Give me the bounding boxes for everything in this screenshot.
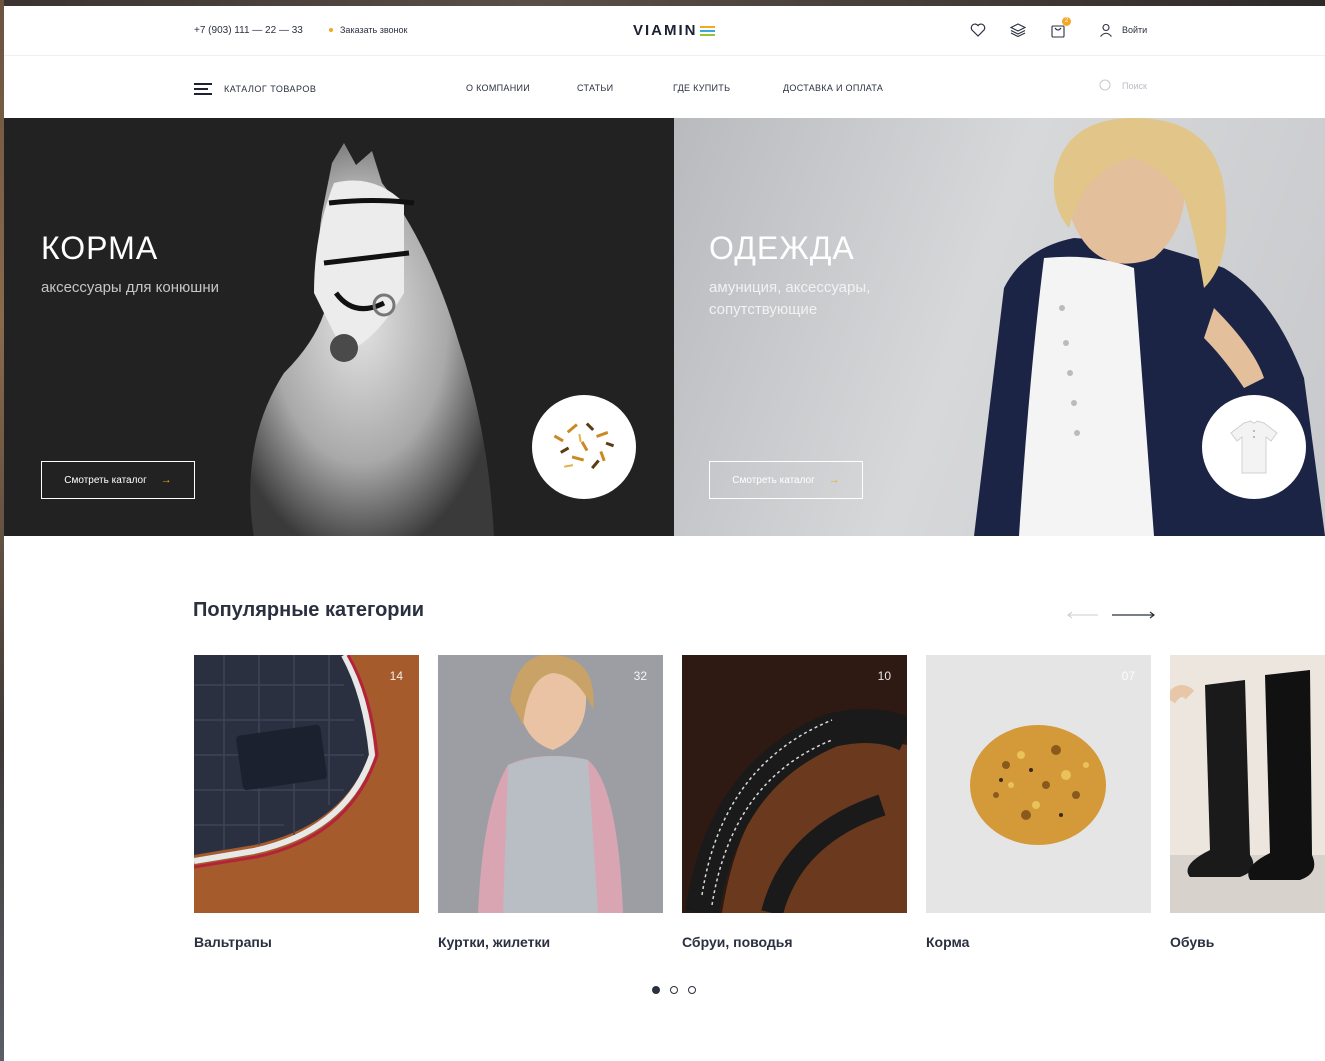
header-icons: 2 [969, 17, 1071, 39]
nav-item-delivery[interactable]: ДОСТАВКА И ОПЛАТА [783, 83, 883, 93]
arrow-right-icon: → [160, 474, 172, 486]
nav-item-articles[interactable]: СТАТЬИ [577, 83, 613, 93]
nav-item-where-to-buy[interactable]: ГДЕ КУПИТЬ [673, 83, 730, 93]
callback-link[interactable]: Заказать звонок [329, 25, 407, 35]
boots-image [1170, 655, 1325, 913]
hero-feed-button-label: Смотреть каталог [64, 474, 147, 486]
category-card-bridles[interactable]: 10 [682, 655, 907, 913]
cart-icon[interactable]: 2 [1049, 17, 1071, 39]
hero-banner: КОРМА аксессуары для конюшни Смотреть ка… [4, 118, 1325, 536]
category-label-bridles[interactable]: Сбруи, поводья [682, 934, 793, 950]
login-label: Войти [1122, 25, 1148, 35]
bridle-image [682, 655, 907, 913]
layers-icon[interactable] [1009, 21, 1027, 39]
category-label-feed[interactable]: Корма [926, 934, 969, 950]
slider-next-arrow-icon[interactable] [1111, 606, 1155, 624]
category-count: 10 [877, 669, 891, 683]
arrow-right-icon: → [828, 474, 840, 486]
horse-image [250, 143, 494, 536]
bullet-icon [329, 28, 333, 32]
pagination-dot[interactable] [670, 986, 678, 994]
jacket-image [438, 655, 663, 913]
logo-text: VIAMIN [633, 22, 698, 39]
callback-label: Заказать звонок [340, 25, 408, 35]
categories-title: Популярные категории [193, 599, 425, 621]
hero-clothing-title: ОДЕЖДА [709, 230, 855, 266]
hero-feed-catalog-button[interactable]: Смотреть каталог → [41, 461, 195, 499]
categories-slider-arrows [1067, 606, 1155, 624]
pagination-dot[interactable] [652, 986, 660, 994]
hero-clothing-button-label: Смотреть каталог [732, 474, 815, 486]
page: +7 (903) 111 — 22 — 33 Заказать звонок V… [4, 6, 1325, 1061]
category-card-saddle-pads[interactable]: 14 [194, 655, 419, 913]
category-count: 07 [1121, 669, 1135, 683]
logo-stripes-icon [699, 25, 715, 36]
user-icon [1100, 23, 1112, 37]
hero-panel-feed[interactable]: КОРМА аксессуары для конюшни Смотреть ка… [4, 118, 674, 536]
category-label-jackets[interactable]: Куртки, жилетки [438, 934, 550, 950]
cart-count-badge: 2 [1062, 17, 1071, 26]
search-placeholder: Поиск [1122, 80, 1147, 91]
login-button[interactable]: Войти [1099, 23, 1147, 37]
hero-feed-title: КОРМА [41, 230, 159, 266]
phone-link[interactable]: +7 (903) 111 — 22 — 33 [194, 25, 303, 36]
logo[interactable]: VIAMIN [633, 22, 715, 39]
search-icon [1099, 79, 1111, 91]
hero-clothing-catalog-button[interactable]: Смотреть каталог → [709, 461, 863, 499]
nav-item-about[interactable]: О КОМПАНИИ [466, 83, 530, 93]
category-count: 32 [633, 669, 647, 683]
catalog-label: КАТАЛОГ ТОВАРОВ [224, 84, 317, 94]
heart-icon[interactable] [969, 21, 987, 39]
main-nav: КАТАЛОГ ТОВАРОВ О КОМПАНИИ СТАТЬИ ГДЕ КУ… [4, 56, 1325, 118]
category-card-jackets[interactable]: 32 [438, 655, 663, 913]
category-label-saddle-pads[interactable]: Вальтрапы [194, 934, 272, 950]
shirt-product-image [1202, 395, 1306, 499]
categories-carousel: 14 32 10 07 [194, 655, 1325, 915]
catalog-button[interactable]: КАТАЛОГ ТОВАРОВ [194, 83, 316, 95]
hero-clothing-subtitle: амуниция, аксессуары, сопутствующие [709, 279, 871, 318]
category-card-feed[interactable]: 07 [926, 655, 1151, 913]
hero-feed-subtitle: аксессуары для конюшни [41, 279, 219, 296]
search-field[interactable]: Поиск [1099, 79, 1147, 92]
category-count: 14 [389, 669, 403, 683]
menu-icon [194, 83, 212, 95]
carousel-pagination [652, 986, 696, 994]
feed-image [926, 655, 1151, 913]
category-label-boots[interactable]: Обувь [1170, 934, 1214, 950]
category-card-boots[interactable] [1170, 655, 1325, 913]
slider-prev-arrow-icon[interactable] [1067, 606, 1099, 624]
hero-panel-clothing[interactable]: ОДЕЖДА амуниция, аксессуары, сопутствующ… [674, 118, 1325, 536]
pagination-dot[interactable] [688, 986, 696, 994]
top-bar: +7 (903) 111 — 22 — 33 Заказать звонок V… [4, 6, 1325, 56]
feed-product-image [532, 395, 636, 499]
saddle-pad-image [194, 655, 419, 913]
